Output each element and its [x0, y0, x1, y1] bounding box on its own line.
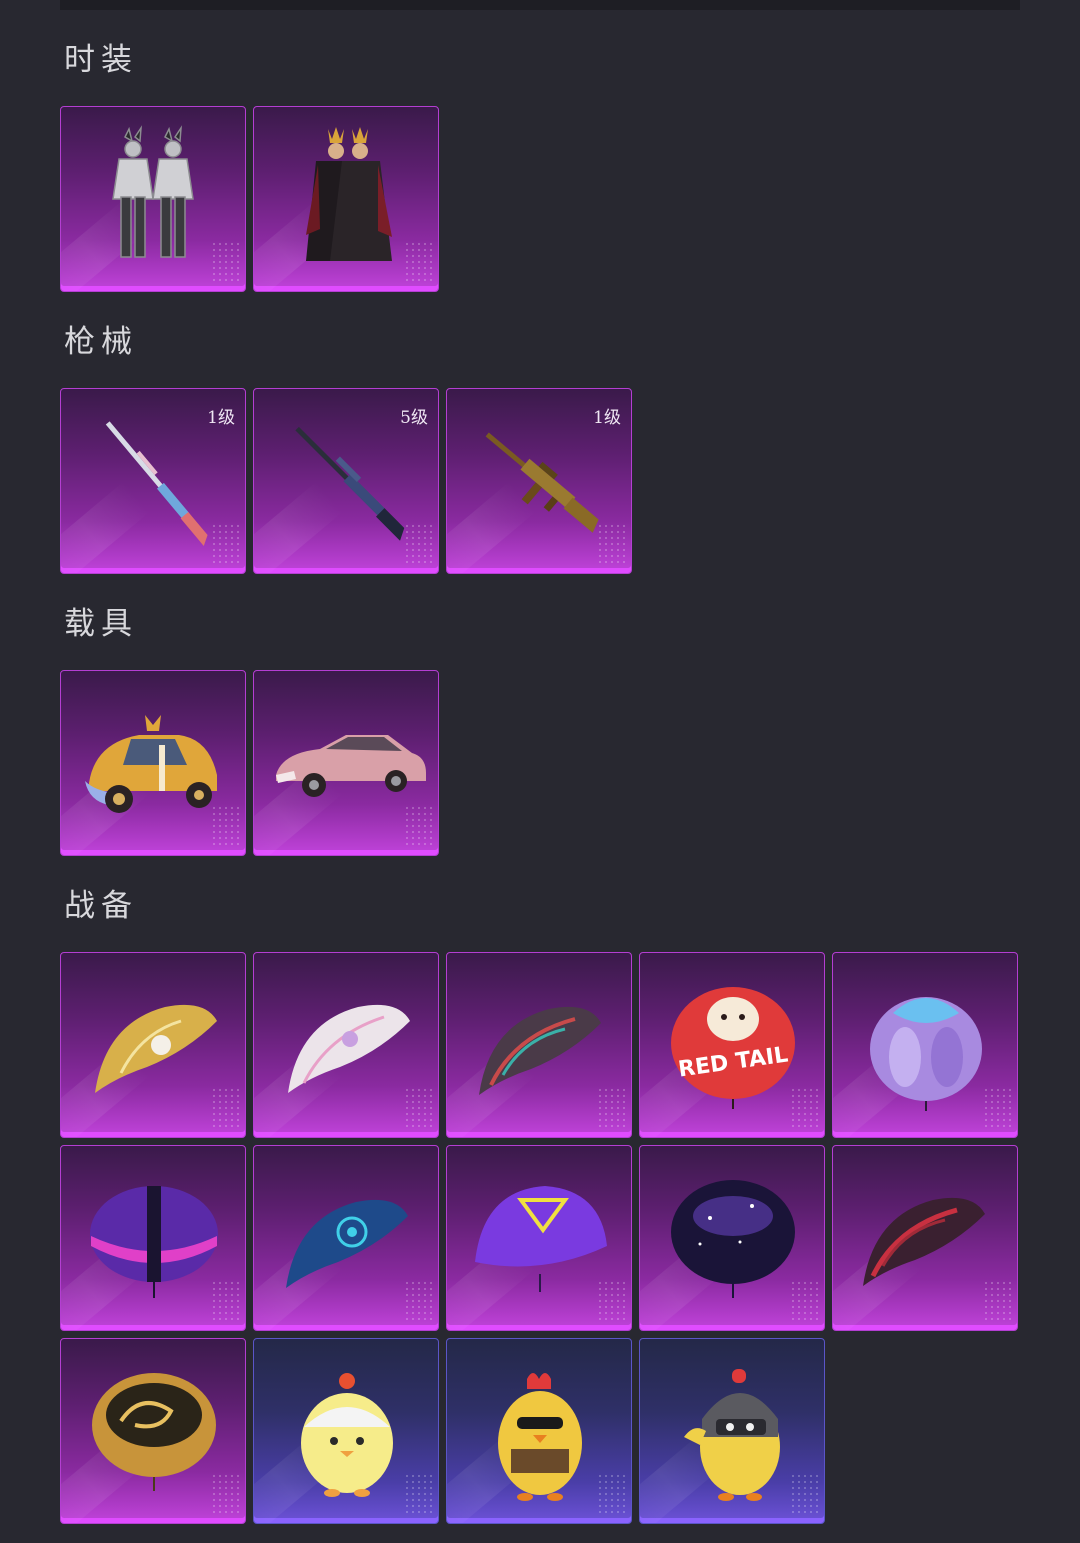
helmet-chick-pet-icon — [684, 1369, 780, 1501]
rifle-skin-icon — [105, 421, 208, 546]
purple-triangle-parachute-icon — [475, 1186, 607, 1292]
golden-glider-icon — [95, 1004, 217, 1093]
white-glider-icon — [288, 1004, 410, 1093]
chick-pet-icon — [301, 1373, 393, 1497]
equipment-item[interactable] — [253, 1145, 439, 1331]
section-title-outfits: 时装 — [64, 42, 138, 78]
equipment-item[interactable] — [639, 1145, 825, 1331]
equipment-item[interactable] — [60, 1145, 246, 1331]
bunny-armor-outfit-icon — [112, 125, 194, 258]
equipment-item[interactable] — [446, 1145, 632, 1331]
equipment-item[interactable] — [639, 1338, 825, 1524]
section-title-weapons: 枪械 — [64, 324, 138, 360]
beetle-car-skin-icon — [85, 715, 217, 813]
outfit-item[interactable] — [60, 106, 246, 292]
equipment-item[interactable] — [832, 952, 1018, 1138]
patterned-glider-icon — [479, 1006, 601, 1095]
weapon-item[interactable]: 1级 — [60, 388, 246, 574]
assault-rifle-skin-icon — [485, 432, 599, 533]
equipment-item[interactable] — [253, 952, 439, 1138]
golden-dragon-parachute-icon — [92, 1373, 216, 1491]
equipment-item[interactable] — [446, 952, 632, 1138]
sniper-rifle-skin-icon — [295, 426, 405, 541]
pink-sedan-skin-icon — [276, 735, 426, 797]
section-title-equipment: 战备 — [64, 888, 138, 924]
vehicle-item[interactable] — [253, 670, 439, 856]
equipment-item[interactable] — [832, 1145, 1018, 1331]
purple-crystal-parachute-icon — [870, 997, 982, 1111]
red-pattern-glider-icon — [863, 1197, 985, 1286]
section-title-vehicles: 载具 — [64, 606, 138, 642]
outfit-item[interactable] — [253, 106, 439, 292]
weapon-item[interactable]: 5级 — [253, 388, 439, 574]
equipment-item[interactable] — [253, 1338, 439, 1524]
top-divider-bar — [60, 0, 1020, 10]
equipment-item[interactable]: RED TAIL — [639, 952, 825, 1138]
neon-city-parachute-icon — [90, 1186, 218, 1298]
red-tail-parachute-icon: RED TAIL — [671, 987, 795, 1109]
galaxy-parachute-icon — [671, 1180, 795, 1298]
equipment-item[interactable] — [60, 1338, 246, 1524]
sunglasses-chicken-pet-icon — [498, 1373, 582, 1501]
vehicle-item[interactable] — [60, 670, 246, 856]
blue-glider-icon — [286, 1199, 408, 1288]
weapon-item[interactable]: 1级 — [446, 388, 632, 574]
equipment-item[interactable] — [60, 952, 246, 1138]
golden-crown-outfit-icon — [306, 127, 392, 261]
equipment-item[interactable] — [446, 1338, 632, 1524]
